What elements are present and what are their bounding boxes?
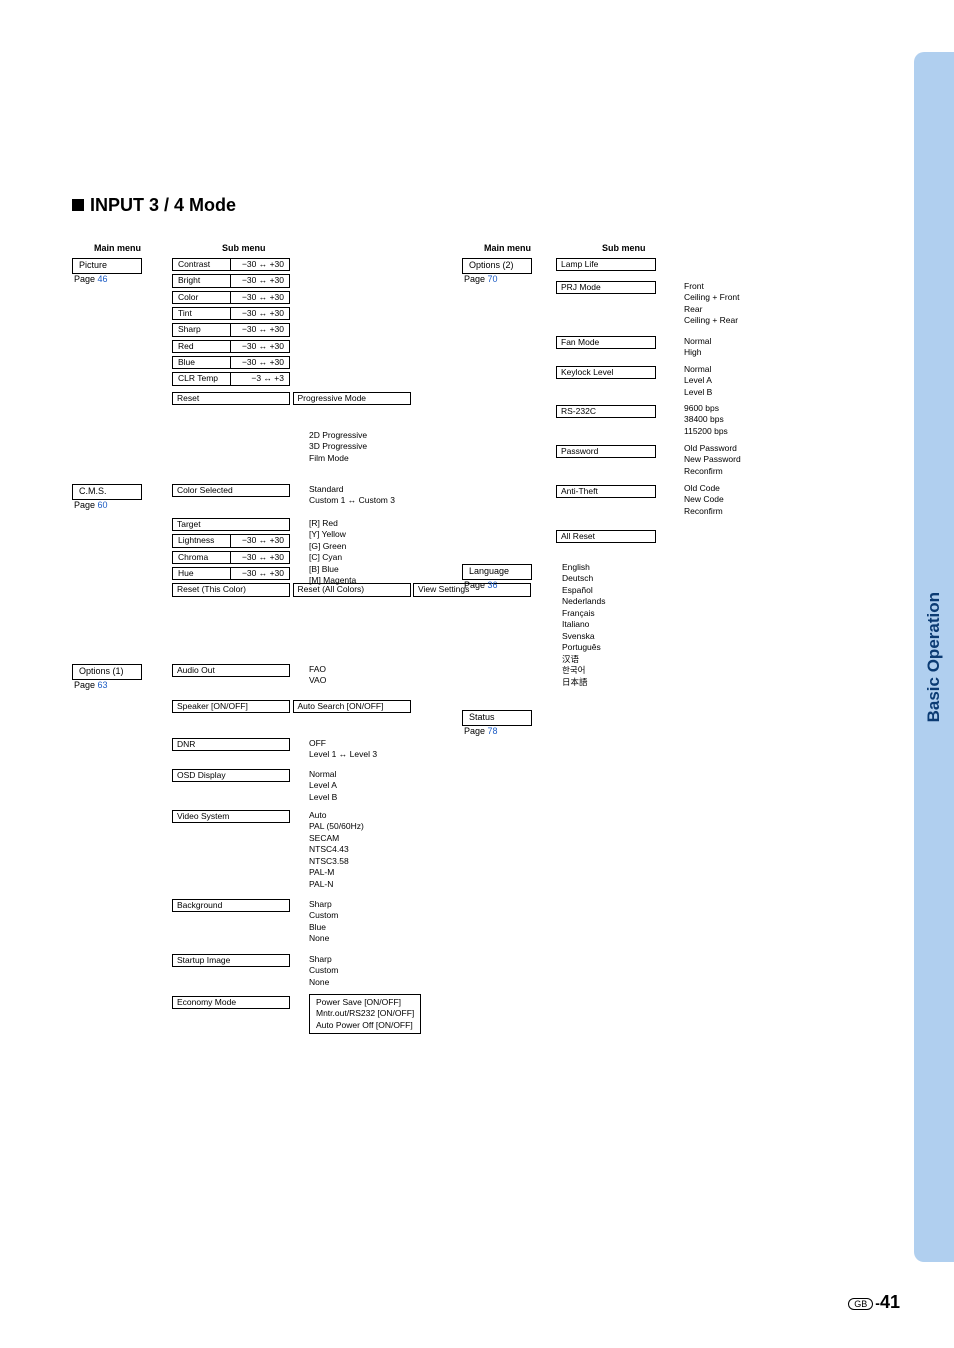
- hdr-main-right: Main menu: [484, 244, 531, 254]
- opt1-video-sub: Auto PAL (50/60Hz) SECAM NTSC4.43 NTSC3.…: [309, 810, 364, 890]
- opt1-video: Video System: [172, 810, 290, 823]
- picture-item: Sharp−30 ↔ +30: [172, 323, 290, 336]
- picture-progressive: Progressive Mode: [293, 392, 411, 405]
- opt1-dnr: DNR: [172, 738, 290, 751]
- picture-items: Contrast−30 ↔ +30 Bright−30 ↔ +30 Color−30…: [172, 258, 411, 386]
- gb-badge: GB: [848, 1298, 873, 1310]
- side-tab-label: Basic Operation: [924, 592, 944, 722]
- opt2-password-sub: Old Password New Password Reconfirm: [684, 443, 741, 477]
- opt1-startup-sub: Sharp Custom None: [309, 954, 338, 988]
- opt1-autosearch: Auto Search [ON/OFF]: [293, 700, 411, 713]
- opt1-audioout: Audio Out: [172, 664, 290, 677]
- main-status: Status: [462, 710, 532, 726]
- main-cms: C.M.S.: [72, 484, 142, 500]
- opt2-rs232c-sub: 9600 bps 38400 bps 115200 bps: [684, 403, 728, 437]
- main-language: Language: [462, 564, 532, 580]
- cms-color-selected-sub: Standard Custom 1 ↔ Custom 3: [309, 484, 395, 507]
- opt2-key-sub: Normal Level A Level B: [684, 364, 712, 398]
- opt1-eco-sub: Power Save [ON/OFF] Mntr.out/RS232 [ON/O…: [309, 994, 421, 1034]
- opt2-lamp: Lamp Life: [556, 258, 656, 271]
- opt1-speaker: Speaker [ON/OFF]: [172, 700, 290, 713]
- hdr-sub-right: Sub menu: [602, 244, 646, 254]
- picture-reset: Reset: [172, 392, 290, 405]
- opt2-antitheft: Anti-Theft: [556, 485, 656, 498]
- opt1-bg-sub: Sharp Custom Blue None: [309, 899, 338, 945]
- opt2-key: Keylock Level: [556, 366, 656, 379]
- picture-item: Color−30 ↔ +30: [172, 291, 290, 304]
- picture-item: Red−30 ↔ +30: [172, 340, 290, 353]
- opt1-dnr-sub: OFF Level 1 ↔ Level 3: [309, 738, 377, 761]
- page-number: GB-41: [848, 1292, 900, 1313]
- picture-item: CLR Temp−3 ↔ +3: [172, 372, 290, 385]
- cms-target-sub: [R] Red [Y] Yellow [G] Green [C] Cyan [B…: [309, 518, 356, 587]
- opt2-fan: Fan Mode: [556, 336, 656, 349]
- picture-item: Tint−30 ↔ +30: [172, 307, 290, 320]
- side-tab: Basic Operation: [914, 52, 954, 1262]
- picture-item: Bright−30 ↔ +30: [172, 274, 290, 287]
- picture-item: Contrast−30 ↔ +30: [172, 258, 290, 271]
- pageref-options1: Page 63: [74, 681, 108, 691]
- hdr-sub-left: Sub menu: [222, 244, 266, 254]
- cms-color-selected: Color Selected: [172, 484, 290, 497]
- pageref-status: Page 78: [464, 727, 498, 737]
- opt1-eco: Economy Mode: [172, 996, 290, 1009]
- cms-target: Target: [172, 518, 290, 531]
- opt1-audioout-sub: FAO VAO: [309, 664, 326, 687]
- main-picture: Picture: [72, 258, 142, 274]
- cms-lch-item: Chroma−30 ↔ +30: [172, 551, 290, 564]
- page-root: Basic Operation GB-41 INPUT 3 / 4 Mode M…: [0, 0, 954, 1348]
- opt1-osd-sub: Normal Level A Level B: [309, 769, 337, 803]
- opt1-osd: OSD Display: [172, 769, 290, 782]
- picture-item: Blue−30 ↔ +30: [172, 356, 290, 369]
- cms-lch-item: Hue−30 ↔ +30: [172, 567, 290, 580]
- opt2-prj-sub: Front Ceiling + Front Rear Ceiling + Rea…: [684, 281, 740, 327]
- pageref-picture: Page 46: [74, 275, 108, 285]
- main-options1: Options (1): [72, 664, 142, 680]
- language-list: English Deutsch Español Nederlands Franç…: [562, 562, 605, 688]
- cms-lch-item: Lightness−30 ↔ +30: [172, 534, 290, 547]
- opt2-fan-sub: Normal High: [684, 336, 711, 359]
- opt2-password: Password: [556, 445, 656, 458]
- opt2-prj: PRJ Mode: [556, 281, 656, 294]
- main-options2: Options (2): [462, 258, 532, 274]
- opt2-antitheft-sub: Old Code New Code Reconfirm: [684, 483, 724, 517]
- opt2-rs232c: RS-232C: [556, 405, 656, 418]
- opt1-bg: Background: [172, 899, 290, 912]
- opt2-allreset: All Reset: [556, 530, 656, 543]
- cms-reset-this: Reset (This Color): [172, 583, 290, 596]
- opt1-startup: Startup Image: [172, 954, 290, 967]
- hdr-main-left: Main menu: [94, 244, 141, 254]
- pageref-cms: Page 60: [74, 501, 108, 511]
- page-title: INPUT 3 / 4 Mode: [72, 195, 236, 216]
- picture-progressive-sub: 2D Progressive 3D Progressive Film Mode: [309, 430, 367, 464]
- pageref-language: Page 36: [464, 581, 498, 591]
- pageref-options2: Page 70: [464, 275, 498, 285]
